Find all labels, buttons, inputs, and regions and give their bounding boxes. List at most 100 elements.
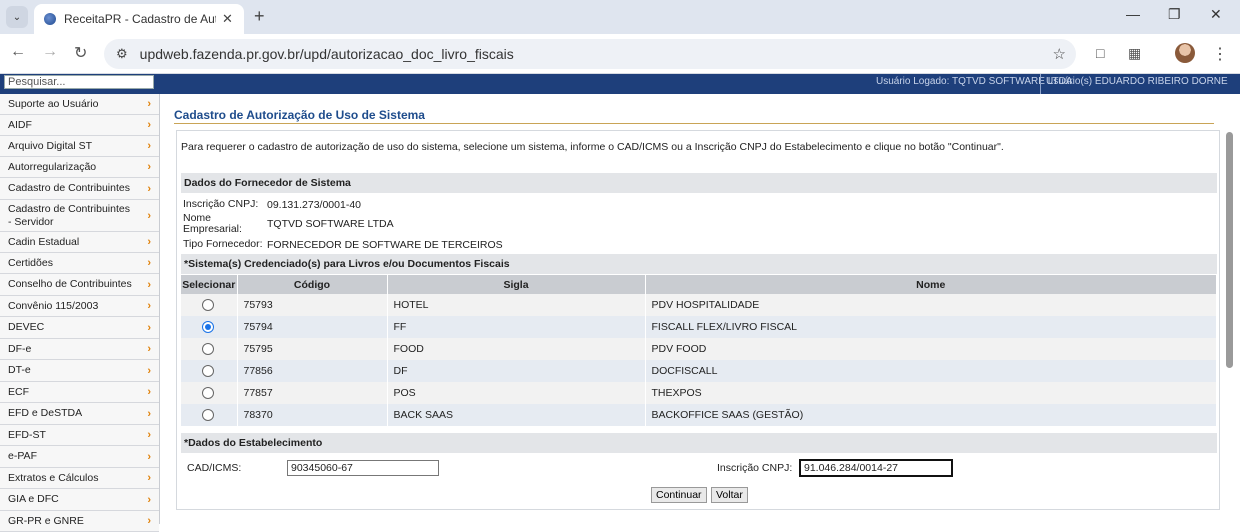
close-tab-icon[interactable]: ✕ [222, 11, 233, 27]
sidebar-item[interactable]: Cadastro de Contribuintes › [0, 178, 159, 200]
sidebar-item-label: Extratos e Cálculos [8, 471, 99, 484]
supplier-cnpj-label: Inscrição CNPJ: [183, 198, 259, 210]
minimize-icon[interactable]: — [1126, 6, 1140, 22]
establishment-cnpj-input[interactable] [799, 459, 953, 477]
close-window-icon[interactable]: ✕ [1210, 6, 1222, 23]
sidebar-item-label: Convênio 115/2003 [8, 299, 99, 312]
sidebar-item-label: DEVEC [8, 321, 45, 333]
chevron-right-icon: › [147, 182, 151, 195]
tab-title: ReceitaPR - Cadastro de Autori: [64, 12, 216, 26]
select-radio[interactable] [202, 299, 215, 312]
extension-icon[interactable]: □ [1096, 45, 1104, 61]
codigo-cell: 75793 [237, 294, 388, 316]
sidebar-item[interactable]: EFD-ST › [0, 425, 159, 446]
address-bar[interactable]: ⚙ updweb.fazenda.pr.gov.br/upd/autorizac… [104, 39, 1076, 69]
sidebar-item-label: Suporte ao Usuário [8, 97, 99, 110]
sigla-cell: BACK SAAS [387, 404, 646, 426]
sidebar-item-label: e-PAF [8, 450, 37, 462]
browser-tab[interactable]: ReceitaPR - Cadastro de Autori: ✕ [34, 4, 244, 34]
sigla-cell: DF [387, 360, 646, 382]
col-header-nome: Nome [645, 275, 1217, 294]
supplier-type-value: FORNECEDOR DE SOFTWARE DE TERCEIROS [267, 239, 503, 251]
table-header-row: Selecionar Código Sigla Nome [181, 275, 1217, 294]
sidebar-item[interactable]: GR-PR e GNRE › [0, 511, 159, 532]
sigla-cell: HOTEL [387, 294, 646, 316]
table-row[interactable]: 78370 BACK SAAS BACKOFFICE SAAS (GESTÃO) [181, 404, 1217, 426]
sidebar-item-label: Certidões [8, 256, 53, 269]
chevron-right-icon: › [147, 98, 151, 110]
sidebar-item[interactable]: DT-e › [0, 360, 159, 382]
title-divider [174, 123, 1214, 124]
new-tab-icon[interactable]: + [254, 6, 265, 27]
site-info-icon[interactable]: ⚙ [116, 46, 128, 62]
sidebar-item[interactable]: Conselho de Contribuintes › [0, 274, 159, 296]
menu-search-input[interactable]: Pesquisar... [4, 75, 154, 89]
back-arrow-icon[interactable]: ← [10, 43, 26, 61]
tab-search-icon[interactable]: ⌄ [6, 6, 28, 28]
sidebar-item[interactable]: Certidões › [0, 253, 159, 274]
profile-avatar[interactable] [1175, 43, 1195, 63]
chevron-right-icon: › [147, 364, 151, 377]
sidebar-item[interactable]: Suporte ao Usuário › [0, 94, 159, 115]
table-row[interactable]: 75794 FF FISCALL FLEX/LIVRO FISCAL [181, 316, 1217, 338]
sidebar-item[interactable]: Convênio 115/2003 › [0, 296, 159, 317]
systems-table: Selecionar Código Sigla Nome 75793 HOTEL… [181, 275, 1217, 426]
site-header: Pesquisar... Usuário Logado: TQTVD SOFTW… [0, 74, 1240, 94]
scrollbar-thumb[interactable] [1226, 132, 1233, 368]
sidebar-item[interactable]: DEVEC › [0, 317, 159, 339]
forward-arrow-icon[interactable]: → [42, 43, 58, 61]
sidebar-item-label: Cadastro de Contribuintes - Servidor [8, 202, 130, 228]
sidebar-item[interactable]: Cadastro de Contribuintes - Servidor › [0, 200, 159, 232]
back-button[interactable]: Voltar [711, 487, 748, 503]
sidebar-item[interactable]: DF-e › [0, 339, 159, 360]
sidebar-menu: Suporte ao Usuário › AIDF › Arquivo Digita… [0, 94, 160, 532]
codigo-cell: 78370 [237, 404, 388, 426]
sidebar-item[interactable]: e-PAF › [0, 446, 159, 468]
nome-cell: PDV FOOD [645, 338, 1217, 360]
nome-cell: BACKOFFICE SAAS (GESTÃO) [645, 404, 1217, 426]
sidebar-item[interactable]: Autorregularização › [0, 157, 159, 178]
sidebar-item[interactable]: Arquivo Digital ST › [0, 136, 159, 157]
chevron-right-icon: › [147, 119, 151, 131]
header-divider [1040, 74, 1041, 94]
reload-icon[interactable]: ↻ [74, 43, 87, 63]
cad-icms-input[interactable] [287, 460, 439, 476]
main-content: Cadastro de Autorização de Uso de Sistem… [168, 94, 1220, 524]
bookmark-star-icon[interactable]: ☆ [1053, 45, 1066, 63]
sigla-cell: POS [387, 382, 646, 404]
nome-cell: FISCALL FLEX/LIVRO FISCAL [645, 316, 1217, 338]
site-favicon-icon [44, 13, 56, 25]
codigo-cell: 75795 [237, 338, 388, 360]
table-row[interactable]: 77857 POS THEXPOS [181, 382, 1217, 404]
table-row[interactable]: 75793 HOTEL PDV HOSPITALIDADE [181, 294, 1217, 316]
col-header-selecionar: Selecionar [181, 275, 238, 294]
sidebar-item[interactable]: ECF › [0, 382, 159, 403]
select-radio[interactable] [202, 387, 215, 400]
chevron-right-icon: › [147, 493, 151, 506]
supplier-type-label: Tipo Fornecedor: [183, 238, 263, 250]
chevron-right-icon: › [147, 300, 151, 312]
continue-button[interactable]: Continuar [651, 487, 707, 503]
establishment-cnpj-label: Inscrição CNPJ: [717, 462, 793, 474]
table-row[interactable]: 75795 FOOD PDV FOOD [181, 338, 1217, 360]
chevron-right-icon: › [147, 209, 151, 222]
puzzle-icon[interactable]: ▦ [1128, 45, 1141, 62]
sidebar-item[interactable]: Extratos e Cálculos › [0, 468, 159, 489]
select-radio[interactable] [202, 343, 215, 356]
sidebar-item-label: ECF [8, 385, 29, 398]
browser-menu-icon[interactable]: ⋮ [1212, 44, 1228, 64]
sidebar-item[interactable]: Cadin Estadual › [0, 232, 159, 253]
chevron-right-icon: › [147, 236, 151, 248]
select-radio[interactable] [202, 409, 215, 422]
restore-icon[interactable]: ❐ [1168, 6, 1181, 23]
sidebar-item[interactable]: AIDF › [0, 115, 159, 136]
select-radio-selected[interactable] [202, 321, 215, 334]
select-radio[interactable] [202, 365, 215, 378]
sidebar-item-label: Cadin Estadual [8, 235, 80, 248]
supplier-name-label-line2: Empresarial: [183, 223, 242, 235]
chevron-right-icon: › [147, 429, 151, 441]
sidebar-item[interactable]: GIA e DFC › [0, 489, 159, 511]
sidebar-item-label: Conselho de Contribuintes [8, 278, 132, 290]
table-row[interactable]: 77856 DF DOCFISCALL [181, 360, 1217, 382]
sidebar-item[interactable]: EFD e DeSTDA › [0, 403, 159, 425]
